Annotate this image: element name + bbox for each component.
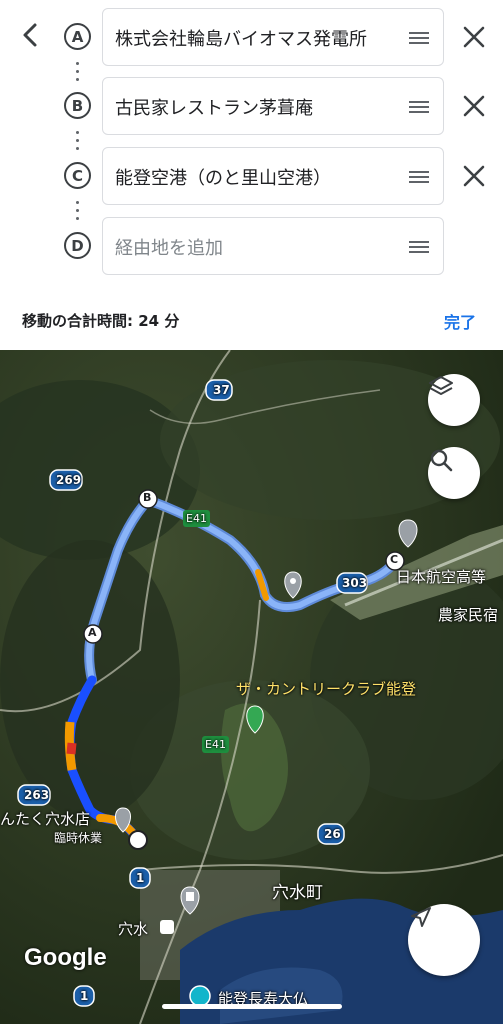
place-label-town: 穴水町 xyxy=(272,883,323,903)
temple-pin-icon[interactable] xyxy=(189,985,211,1007)
stop-row-d: D 経由地を追加 xyxy=(0,216,503,276)
place-label-school[interactable]: 日本航空高等 xyxy=(396,566,486,587)
remove-stop-b-button[interactable] xyxy=(458,90,490,122)
marker-letter-b: B xyxy=(143,491,152,504)
stop-field-b[interactable]: 古民家レストラン茅葺庵 xyxy=(102,77,444,135)
road-label-1a: 1 xyxy=(136,871,145,885)
marker-letter-c: C xyxy=(390,553,399,566)
done-button[interactable]: 完了 xyxy=(444,309,476,333)
stop-row-b: B 古民家レストラン茅葺庵 xyxy=(0,76,503,136)
stop-field-a[interactable]: 株式会社輪島バイオマス発電所 xyxy=(102,8,444,66)
drag-handle-icon[interactable] xyxy=(409,30,429,46)
road-label-269: 269 xyxy=(56,473,82,487)
place-label-store[interactable]: んたく穴水店 xyxy=(0,808,90,829)
place-label-golf-club[interactable]: ザ・カントリークラブ能登 xyxy=(236,678,416,699)
stop-row-c: C 能登空港（のと里山空港） xyxy=(0,146,503,206)
drag-handle-icon[interactable] xyxy=(409,99,429,115)
home-indicator[interactable] xyxy=(162,1004,342,1009)
stop-letter-b: B xyxy=(64,92,91,119)
add-stop-field[interactable]: 経由地を追加 xyxy=(102,217,444,275)
remove-stop-c-button[interactable] xyxy=(458,160,490,192)
stop-letter-d: D xyxy=(64,232,91,259)
search-along-route-button[interactable] xyxy=(428,447,480,499)
place-label-station[interactable]: 穴水 xyxy=(118,918,148,939)
total-travel-time: 移動の合計時間: 24 分 xyxy=(22,312,180,330)
drag-handle-icon[interactable] xyxy=(409,239,429,255)
stop-text-a: 株式会社輪島バイオマス発電所 xyxy=(115,29,367,50)
navigation-arrow-icon xyxy=(411,907,431,927)
directions-panel: A 株式会社輪島バイオマス発電所 B 古民家レストラン茅葺庵 C 能登空港（のと… xyxy=(0,0,503,350)
stop-letter-c: C xyxy=(64,162,91,189)
stop-row-a: A 株式会社輪島バイオマス発電所 xyxy=(0,7,503,67)
close-icon xyxy=(463,165,485,187)
train-station-icon xyxy=(160,920,174,934)
google-attribution: Google xyxy=(24,944,107,971)
place-label-farm-inn[interactable]: 農家民宿 xyxy=(438,604,498,625)
start-navigation-button[interactable] xyxy=(408,904,480,976)
road-label-e41-top: E41 xyxy=(186,512,207,525)
stop-text-c: 能登空港（のと里山空港） xyxy=(115,168,331,189)
road-label-37: 37 xyxy=(213,383,230,397)
drag-handle-icon[interactable] xyxy=(409,169,429,185)
stop-text-b: 古民家レストラン茅葺庵 xyxy=(115,98,313,119)
layers-button[interactable] xyxy=(428,374,480,426)
road-label-263: 263 xyxy=(24,788,50,802)
close-icon xyxy=(463,26,485,48)
road-label-26: 26 xyxy=(324,827,341,841)
origin-marker[interactable] xyxy=(128,830,148,850)
road-label-e41-mid: E41 xyxy=(205,738,226,751)
layers-icon xyxy=(429,376,453,395)
road-label-303: 303 xyxy=(342,576,368,590)
marker-letter-a: A xyxy=(88,626,97,639)
close-icon xyxy=(463,95,485,117)
stop-field-c[interactable]: 能登空港（のと里山空港） xyxy=(102,147,444,205)
road-label-1b: 1 xyxy=(80,989,89,1003)
map-view[interactable]: 37 269 E41 303 E41 263 26 1 1 A B C 日本航空… xyxy=(0,350,503,1024)
place-store-status: 臨時休業 xyxy=(54,831,103,845)
remove-stop-a-button[interactable] xyxy=(458,21,490,53)
add-stop-placeholder: 経由地を追加 xyxy=(115,238,223,259)
search-icon xyxy=(430,449,453,472)
stop-letter-a: A xyxy=(64,23,91,50)
